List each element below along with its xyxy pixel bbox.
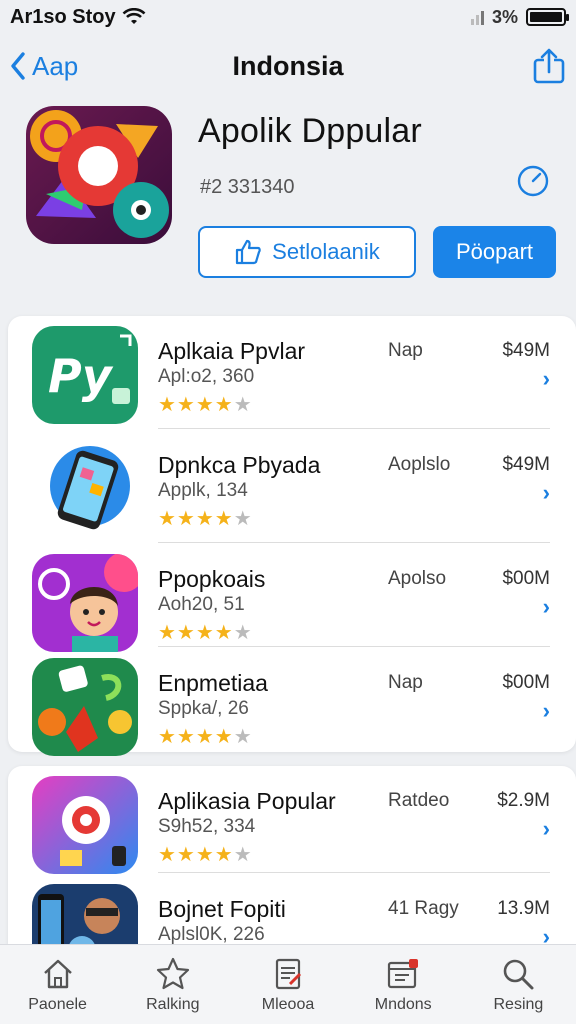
app-title: Enpmetiaa (158, 670, 268, 696)
tab-updates[interactable]: Mndons (346, 945, 461, 1024)
app-icon (32, 554, 138, 652)
app-title: Aplkaia Ppvlar (158, 338, 306, 364)
app-price: $49M (502, 454, 550, 475)
app-subtitle: Aplsl0K, 226 (158, 924, 265, 945)
star-rating: ★★★★★ (158, 844, 253, 866)
carrier: Ar1so Stoy (10, 6, 146, 29)
list-item[interactable]: Dpnkca Pbyada Applk, 134 ★★★★★ Aoplslo $… (8, 430, 576, 538)
tab-home[interactable]: Paonele (0, 945, 115, 1024)
svg-text:Py: Py (48, 349, 114, 403)
chevron-right-icon[interactable]: › (543, 366, 550, 392)
battery-percent: 3% (491, 6, 518, 27)
app-icon (32, 776, 138, 874)
app-subtitle: Sppka/, 26 (158, 698, 249, 719)
page-title: Indonsia (232, 50, 344, 81)
app-header: Apolik Dppular #2 331340 Setlolaanik Pöo… (0, 100, 576, 300)
app-icon: Py (32, 326, 138, 424)
app-list-card: Py Aplkaia Ppvlar Apl:o2, 360 ★★★★★ Nap … (8, 316, 576, 756)
tab-label: Mndons (374, 995, 432, 1013)
star-icon (156, 957, 189, 989)
list-item[interactable]: Ppopkoais Aoh20, 51 ★★★★★ Apolso $00M › (8, 544, 576, 652)
tab-ranking[interactable]: Ralking (115, 945, 230, 1024)
app-name: Apolik Dppular (198, 112, 422, 150)
thumbs-up-icon (236, 239, 261, 265)
star-rating: ★★★★★ (158, 394, 253, 416)
back-label: Aap (32, 50, 79, 81)
like-button-label: Setlolaanik (272, 239, 380, 264)
battery-icon (526, 8, 569, 26)
app-category: Aoplslo (388, 454, 451, 475)
app-subtitle: Aoh20, 51 (158, 594, 245, 615)
divider (158, 542, 550, 543)
list-item[interactable]: Aplikasia Popular S9h52, 334 ★★★★★ Ratde… (8, 766, 576, 874)
tab-bar: Paonele Ralking Mleooa Mndons Resing (0, 944, 576, 1024)
chevron-right-icon[interactable]: › (543, 594, 550, 620)
gauge-icon[interactable] (516, 164, 550, 198)
app-list-card: Aplikasia Popular S9h52, 334 ★★★★★ Ratde… (8, 766, 576, 982)
app-id: #2 331340 (200, 176, 295, 198)
app-title: Bojnet Fopiti (158, 896, 286, 922)
app-price: $2.9M (497, 790, 550, 811)
search-icon (504, 959, 534, 989)
divider (158, 646, 550, 647)
app-price: $00M (502, 568, 550, 589)
app-title: Aplikasia Popular (158, 788, 336, 814)
app-subtitle: Apl:o2, 360 (158, 366, 255, 387)
app-price: $00M (502, 672, 550, 693)
list-item[interactable]: Py Aplkaia Ppvlar Apl:o2, 360 ★★★★★ Nap … (8, 316, 576, 424)
carrier-label: Ar1so Stoy (10, 5, 116, 28)
app-icon (32, 440, 138, 538)
status-bar: Ar1so Stoy 3% (0, 0, 576, 34)
document-icon (275, 958, 302, 989)
app-price: $49M (502, 340, 550, 361)
app-subtitle: S9h52, 334 (158, 816, 256, 837)
app-title: Ppopkoais (158, 566, 266, 592)
get-button[interactable]: Pöopart (433, 226, 556, 278)
app-subtitle: Applk, 134 (158, 480, 248, 501)
chevron-right-icon[interactable]: › (543, 816, 550, 842)
app-category: Ratdeo (388, 790, 450, 811)
divider (158, 428, 550, 429)
chevron-right-icon[interactable]: › (543, 698, 550, 724)
tab-label: Mleooa (261, 995, 315, 1013)
signal-icon (470, 9, 484, 25)
app-title: Dpnkca Pbyada (158, 452, 321, 478)
app-category: Nap (388, 340, 423, 361)
app-category: Apolso (388, 568, 447, 589)
calendar-icon (388, 958, 419, 988)
like-button[interactable]: Setlolaanik (198, 226, 416, 278)
list-item[interactable]: Enpmetiaa Sppka/, 26 ★★★★★ Nap $00M › (8, 648, 576, 756)
back-button[interactable]: Aap (10, 51, 78, 82)
tab-search[interactable]: Resing (461, 945, 576, 1024)
wifi-icon (122, 8, 146, 24)
tab-media[interactable]: Mleooa (230, 945, 345, 1024)
home-icon (43, 959, 72, 988)
app-icon (32, 658, 138, 756)
app-price: 13.9M (497, 898, 550, 919)
star-rating: ★★★★★ (158, 726, 253, 748)
tab-label: Ralking (146, 995, 200, 1013)
navigation-bar: Aap Indonsia (0, 40, 576, 92)
chevron-left-icon (11, 52, 25, 80)
share-icon[interactable] (532, 48, 566, 84)
tab-label: Paonele (28, 995, 87, 1013)
app-icon (26, 106, 172, 244)
tab-label: Resing (493, 995, 544, 1013)
star-rating: ★★★★★ (158, 508, 253, 530)
app-category: 41 Ragy (388, 898, 459, 919)
divider (158, 872, 550, 873)
chevron-right-icon[interactable]: › (543, 480, 550, 506)
star-rating: ★★★★★ (158, 622, 253, 644)
app-category: Nap (388, 672, 423, 693)
